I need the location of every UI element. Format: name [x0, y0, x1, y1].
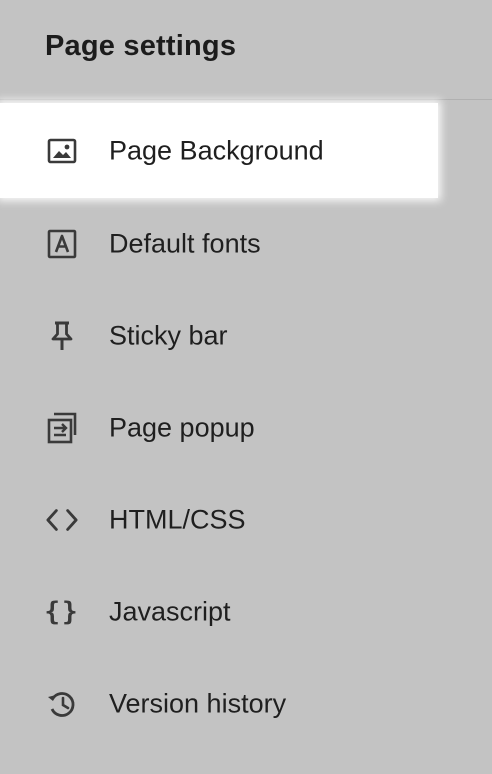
menu-item-version-history[interactable]: Version history — [0, 658, 492, 750]
menu-item-javascript[interactable]: {} Javascript — [0, 566, 492, 658]
popup-icon — [46, 412, 78, 444]
image-icon — [46, 135, 78, 167]
braces-icon: {} — [44, 597, 80, 627]
menu-item-label: Default fonts — [109, 228, 261, 259]
menu-item-html-css[interactable]: HTML/CSS — [0, 474, 492, 566]
font-icon — [46, 228, 78, 260]
pin-icon — [46, 320, 78, 352]
menu-item-label: Javascript — [109, 596, 231, 627]
menu-item-sticky-bar[interactable]: Sticky bar — [0, 290, 492, 382]
code-icon — [46, 504, 78, 536]
menu-item-label: Sticky bar — [109, 320, 228, 351]
menu-item-label: Version history — [109, 688, 287, 719]
menu-item-default-fonts[interactable]: Default fonts — [0, 198, 492, 290]
menu-item-label: Page popup — [109, 412, 255, 443]
menu-item-page-background[interactable]: Page Background — [0, 103, 438, 198]
panel-header: Page settings — [0, 0, 492, 100]
menu-item-label: HTML/CSS — [109, 504, 246, 535]
settings-menu: Page Background Default fonts Sticky bar — [0, 103, 492, 750]
menu-item-label: Page Background — [109, 135, 324, 165]
page-settings-panel: Page settings Page Background Default fo… — [0, 0, 492, 774]
history-icon — [46, 688, 78, 720]
page-title: Page settings — [45, 30, 237, 62]
menu-item-page-popup[interactable]: Page popup — [0, 382, 492, 474]
